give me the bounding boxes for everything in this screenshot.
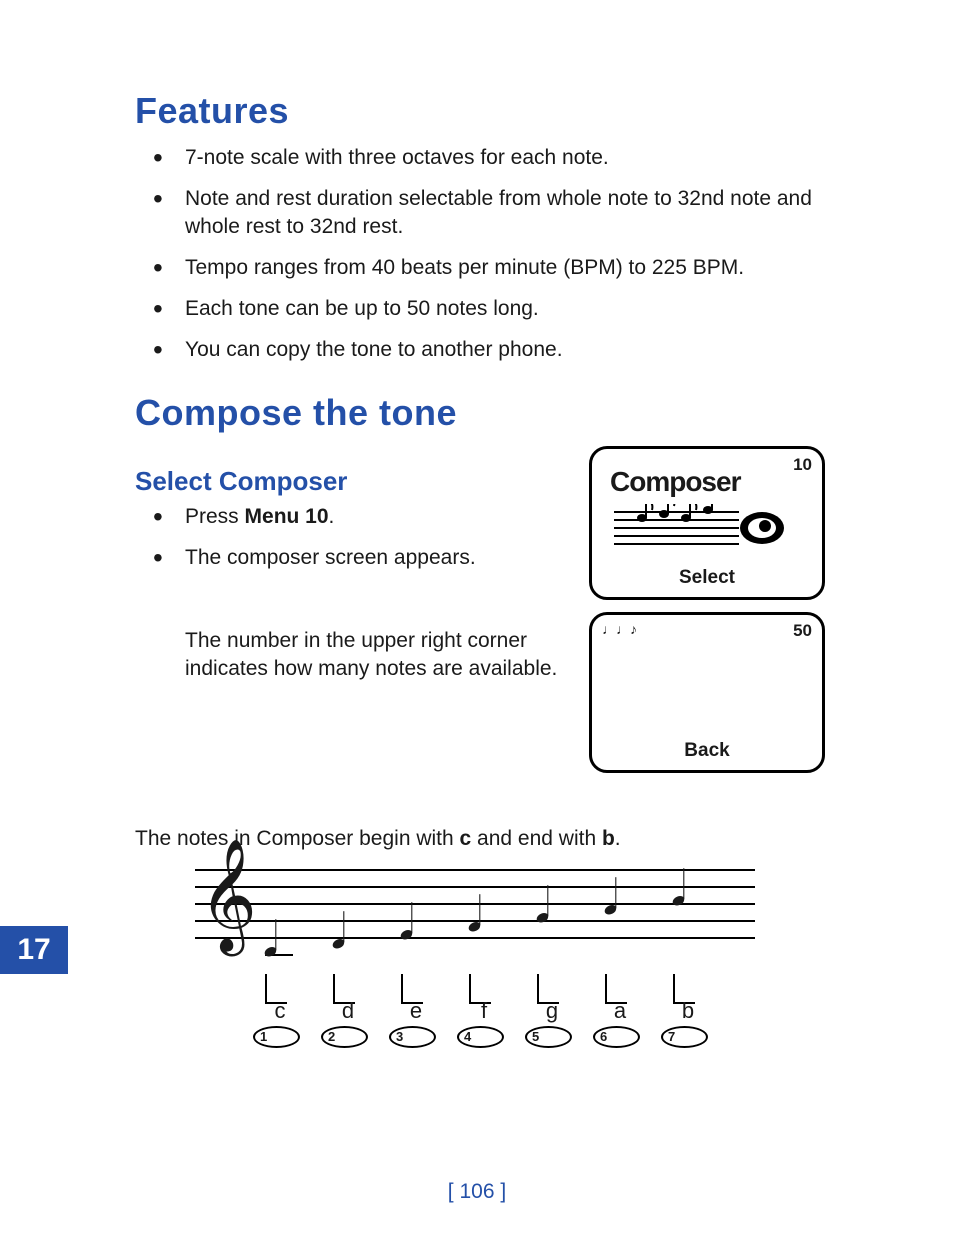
scale-label-b: b7 bbox=[671, 974, 708, 1048]
keypad-key: 2 bbox=[321, 1026, 368, 1048]
press-prefix: Press bbox=[185, 505, 245, 528]
note-letter: b bbox=[668, 998, 708, 1024]
heading-compose: Compose the tone bbox=[135, 392, 839, 434]
note-letter: f bbox=[464, 998, 504, 1024]
features-list: 7-note scale with three octaves for each… bbox=[135, 144, 839, 364]
intro-c: c bbox=[460, 827, 472, 850]
lcd1-softkey: Select bbox=[592, 567, 822, 589]
keypad-key: 5 bbox=[525, 1026, 572, 1048]
press-bold: Menu 10 bbox=[245, 505, 329, 528]
press-suffix: . bbox=[329, 505, 335, 528]
intro-mid: and end with bbox=[471, 827, 602, 850]
note-letter: g bbox=[532, 998, 572, 1024]
keypad-key: 3 bbox=[389, 1026, 436, 1048]
step-appears: The composer screen appears. bbox=[135, 544, 569, 571]
note-letter: c bbox=[260, 998, 300, 1024]
lcd2-tiny-notes: ♩♩♪ bbox=[602, 621, 637, 637]
note-c-icon: 𝅘𝅥 bbox=[263, 917, 278, 965]
feature-item: Note and rest duration selectable from w… bbox=[135, 185, 839, 240]
note-a-icon: 𝅘𝅥 bbox=[603, 875, 618, 923]
treble-clef-icon: 𝄞 bbox=[199, 847, 257, 945]
scale-label-g: g5 bbox=[535, 974, 572, 1048]
keypad-key: 7 bbox=[661, 1026, 708, 1048]
note-count-desc: The number in the upper right corner ind… bbox=[135, 627, 569, 682]
scale-label-c: c1 bbox=[263, 974, 300, 1048]
scale-label-f: f4 bbox=[467, 974, 504, 1048]
intro-prefix: The notes in Composer begin with bbox=[135, 827, 460, 850]
note-letter: d bbox=[328, 998, 368, 1024]
feature-item: You can copy the tone to another phone. bbox=[135, 336, 839, 363]
scale-label-a: a6 bbox=[603, 974, 640, 1048]
scale-label-e: e3 bbox=[399, 974, 436, 1048]
feature-item: Tempo ranges from 40 beats per minute (B… bbox=[135, 254, 839, 281]
intro-suffix: . bbox=[615, 827, 621, 850]
heading-select: Select Composer bbox=[135, 466, 569, 497]
lcd1-title: Composer bbox=[610, 466, 740, 498]
note-e-icon: 𝅘𝅥 bbox=[399, 900, 414, 948]
note-f-icon: 𝅘𝅥 bbox=[467, 892, 482, 940]
lcd-composer-screen: 10 Composer bbox=[589, 446, 825, 600]
lcd2-softkey: Back bbox=[592, 740, 822, 762]
feature-item: Each tone can be up to 50 notes long. bbox=[135, 295, 839, 322]
page-number: [ 106 ] bbox=[0, 1180, 954, 1204]
note-b-icon: 𝅘𝅥 bbox=[671, 866, 686, 914]
scale-label-d: d2 bbox=[331, 974, 368, 1048]
note-g-icon: 𝅘𝅥 bbox=[535, 883, 550, 931]
note-d-icon: 𝅘𝅥 bbox=[331, 909, 346, 957]
eye-icon bbox=[740, 512, 784, 544]
step-press: Press Menu 10. bbox=[135, 503, 569, 530]
note-letter: a bbox=[600, 998, 640, 1024]
lcd-editor-screen: ♩♩♪ 50 Back bbox=[589, 612, 825, 773]
feature-item: 7-note scale with three octaves for each… bbox=[135, 144, 839, 171]
lcd1-corner-number: 10 bbox=[793, 455, 812, 475]
lcd2-corner-number: 50 bbox=[793, 621, 812, 641]
intro-b: b bbox=[602, 827, 615, 850]
staff-diagram: 𝄞 𝅘𝅥 𝅘𝅥 𝅘𝅥 𝅘𝅥 𝅘𝅥 𝅘𝅥 𝅘𝅥 c1d2e3f4g5a6b7 bbox=[195, 869, 755, 1054]
keypad-key: 1 bbox=[253, 1026, 300, 1048]
keypad-key: 6 bbox=[593, 1026, 640, 1048]
lcd1-staff-icon bbox=[614, 504, 789, 549]
heading-features: Features bbox=[135, 90, 839, 132]
keypad-key: 4 bbox=[457, 1026, 504, 1048]
select-steps: Press Menu 10. The composer screen appea… bbox=[135, 503, 569, 572]
note-letter: e bbox=[396, 998, 436, 1024]
